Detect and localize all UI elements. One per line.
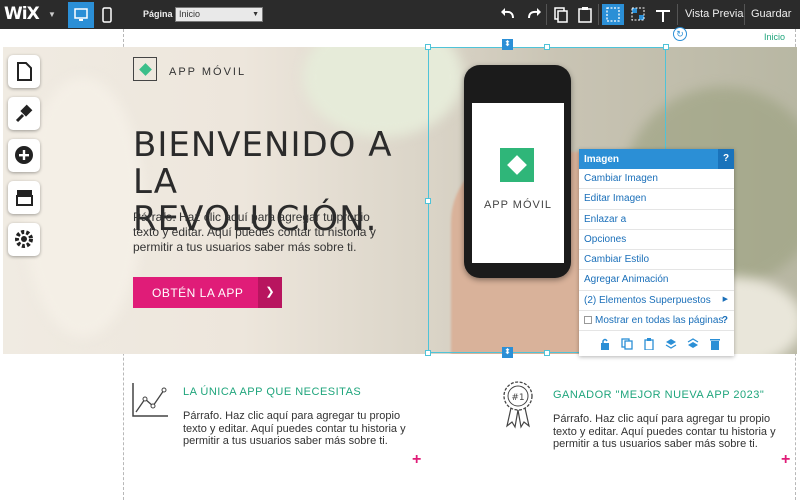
bring-forward-icon[interactable] — [665, 338, 677, 350]
copy-icon[interactable] — [621, 338, 633, 350]
chevron-right-icon: ▶ — [722, 295, 728, 303]
divider — [598, 4, 599, 25]
award-badge-text: #1 — [511, 393, 524, 403]
feature-title[interactable]: LA ÚNICA APP QUE NECESITAS — [183, 386, 361, 398]
image-settings-panel: Imagen ? Cambiar Imagen Editar Imagen En… — [579, 149, 734, 356]
snap-icon — [631, 7, 645, 21]
options-item[interactable]: Opciones — [579, 230, 734, 251]
background-blur — [23, 77, 143, 337]
page-icon — [17, 62, 32, 81]
add-button[interactable] — [8, 139, 40, 172]
app-market-button[interactable] — [8, 181, 40, 214]
menu-label: Agregar Animación — [584, 274, 669, 286]
brand-logo-icon[interactable] — [133, 57, 157, 81]
hero-paragraph[interactable]: Párrafo. Haz clic aquí para agregar tu p… — [133, 210, 393, 255]
pages-button[interactable] — [8, 55, 40, 88]
resize-handle[interactable] — [544, 44, 550, 50]
resize-handle[interactable] — [425, 44, 431, 50]
menu-label: Enlazar a — [584, 213, 627, 225]
top-bar: WiX ▼ Página Inicio ▼ Vista Previa Guard… — [0, 0, 800, 29]
gridlines-icon — [606, 7, 620, 22]
wix-editor: WiX ▼ Página Inicio ▼ Vista Previa Guard… — [0, 0, 800, 500]
award-ribbon-icon[interactable]: #1 — [500, 378, 536, 430]
panel-header: Imagen ? — [579, 149, 734, 169]
mobile-view-button[interactable] — [96, 2, 118, 28]
copy-button[interactable] — [550, 4, 572, 25]
gridlines-toggle[interactable] — [602, 4, 624, 25]
resize-handle[interactable] — [663, 44, 669, 50]
mobile-icon — [102, 7, 112, 23]
plus-icon[interactable]: + — [412, 451, 421, 469]
menu-label: Opciones — [584, 233, 627, 245]
page-label: Página — [143, 9, 173, 19]
settings-button[interactable] — [8, 223, 40, 256]
redo-icon — [528, 8, 541, 19]
overlapping-elements-item[interactable]: (2) Elementos Superpuestos ▶ — [579, 291, 734, 312]
feature-title[interactable]: GANADOR "MEJOR NUEVA APP 2023" — [553, 389, 764, 401]
wix-logo[interactable]: WiX — [4, 4, 40, 24]
send-backward-icon[interactable] — [687, 338, 699, 350]
store-icon — [16, 190, 33, 206]
anchor-top-icon[interactable]: ⬍ — [502, 39, 513, 50]
undo-button[interactable] — [498, 4, 520, 25]
redo-button[interactable] — [522, 4, 544, 25]
get-app-label: OBTÉN LA APP — [152, 286, 244, 300]
desktop-icon — [74, 8, 88, 21]
resize-handle[interactable] — [544, 350, 550, 356]
menu-label: (2) Elementos Superpuestos — [584, 294, 711, 306]
menu-label: Cambiar Imagen — [584, 173, 658, 184]
desktop-view-button[interactable] — [68, 2, 94, 28]
ruler-icon — [656, 10, 670, 22]
menu-label: Cambiar Estilo — [584, 254, 650, 266]
paste-button[interactable] — [574, 4, 596, 25]
snap-toggle[interactable] — [627, 4, 649, 25]
add-icon — [15, 146, 33, 164]
add-animation-item[interactable]: Agregar Animación — [579, 270, 734, 291]
hero-brand[interactable]: APP MÓVIL — [169, 66, 246, 78]
show-on-all-pages-item[interactable]: Mostrar en todas las páginas? — [579, 311, 734, 332]
lock-icon[interactable] — [599, 338, 611, 350]
panel-title: Imagen — [584, 154, 620, 165]
paste-icon — [578, 7, 592, 23]
help-button[interactable]: ? — [722, 315, 728, 326]
show-all-pages-checkbox[interactable] — [584, 316, 592, 325]
settings-icon — [15, 230, 33, 248]
change-image-item[interactable]: Cambiar Imagen — [579, 169, 734, 190]
chevron-down-icon[interactable]: ▼ — [48, 10, 56, 19]
resize-handle[interactable] — [425, 350, 431, 356]
preview-button[interactable]: Vista Previa — [685, 8, 744, 20]
divider — [546, 4, 547, 25]
page-anchor-tag[interactable]: Inicio — [764, 32, 785, 42]
menu-label: Editar Imagen — [584, 193, 647, 205]
brush-icon — [15, 104, 33, 123]
panel-icon-toolbar — [579, 332, 734, 356]
copy-icon — [554, 7, 568, 23]
resize-handle[interactable] — [425, 198, 431, 204]
chevron-down-icon: ▼ — [252, 11, 259, 18]
page-select[interactable]: Inicio ▼ — [175, 7, 263, 22]
get-app-button[interactable]: OBTÉN LA APP ❯ — [133, 277, 282, 308]
ruler-toggle[interactable] — [652, 4, 674, 25]
change-style-item[interactable]: Cambiar Estilo — [579, 250, 734, 271]
edit-image-item[interactable]: Editar Imagen — [579, 189, 734, 210]
help-button[interactable]: ? — [718, 149, 734, 169]
page-select-value: Inicio — [179, 9, 201, 19]
growth-chart-icon[interactable] — [131, 382, 169, 418]
menu-label: Mostrar en todas las páginas — [595, 315, 724, 327]
save-button[interactable]: Guardar — [751, 8, 791, 20]
design-button[interactable] — [8, 97, 40, 130]
delete-icon[interactable] — [709, 338, 721, 350]
anchor-bottom-icon[interactable]: ⬍ — [502, 347, 513, 358]
undo-icon — [501, 8, 514, 19]
feature-paragraph[interactable]: Párrafo. Haz clic aquí para agregar tu p… — [553, 413, 788, 451]
rotate-icon[interactable]: ↻ — [673, 27, 687, 41]
plus-icon[interactable]: + — [781, 451, 790, 469]
chevron-right-icon: ❯ — [258, 277, 282, 308]
feature-paragraph[interactable]: Párrafo. Haz clic aquí para agregar tu p… — [183, 410, 418, 448]
divider — [677, 4, 678, 25]
divider — [744, 4, 745, 25]
paste-icon[interactable] — [643, 338, 655, 351]
link-to-item[interactable]: Enlazar a — [579, 210, 734, 230]
